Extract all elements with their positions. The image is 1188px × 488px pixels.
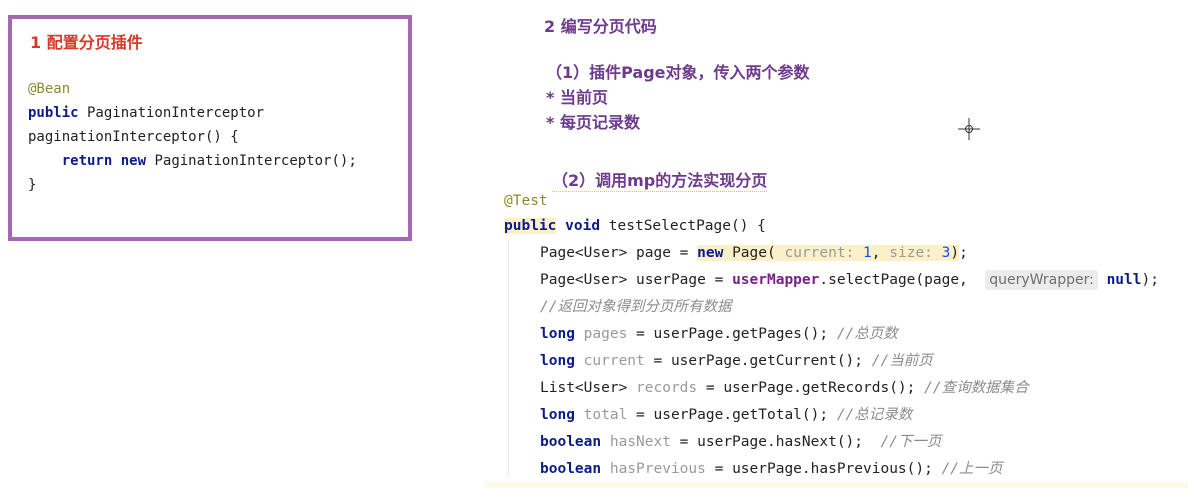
code-text: Page(	[723, 245, 776, 261]
keyword: long	[540, 326, 575, 342]
code-text: PaginationInterceptor();	[146, 153, 357, 169]
code-comment: //下一页	[880, 434, 942, 450]
step2-text: （2）调用mp的方法实现分页	[552, 167, 768, 192]
code-comment: //总页数	[836, 326, 898, 342]
code-text: .selectPage(page,	[819, 272, 977, 288]
keyword: long	[540, 353, 575, 369]
code-comment: //当前页	[871, 353, 933, 369]
variable: hasNext	[609, 434, 671, 450]
user-mapper-field: userMapper	[732, 272, 820, 288]
keyword: boolean	[540, 461, 602, 477]
param-hint-query-wrapper: queryWrapper:	[985, 270, 1098, 290]
config-plugin-box: 1 配置分页插件 @Bean public PaginationIntercep…	[8, 15, 412, 241]
code-comment: //返回对象得到分页所有数据	[540, 299, 732, 315]
code-text: = userPage.hasPrevious();	[705, 461, 942, 477]
code-line: public PaginationInterceptor	[28, 101, 357, 125]
keyword: null	[1106, 272, 1142, 288]
code-text: }	[28, 177, 37, 193]
code-line: paginationInterceptor() {	[28, 125, 357, 149]
crosshair-cursor-icon	[958, 118, 980, 140]
keyword: boolean	[540, 434, 602, 450]
code-comment: //查询数据集合	[924, 380, 1029, 396]
variable: records	[636, 380, 698, 396]
code-line: long pages = userPage.getPages(); //总页数	[540, 321, 898, 347]
code-line: boolean hasNext = userPage.hasNext(); //…	[540, 429, 941, 455]
code-text: List<User>	[540, 380, 637, 396]
bullet-page-size: * 每页记录数	[546, 113, 640, 132]
code-line: //返回对象得到分页所有数据	[540, 294, 731, 320]
code-comment: //上一页	[941, 461, 1003, 477]
code-text: PaginationInterceptor	[78, 105, 265, 121]
keyword: return	[61, 153, 113, 169]
step1-text: （1）插件Page对象，传入两个参数	[546, 63, 810, 82]
variable: total	[583, 407, 628, 423]
code-line: return new PaginationInterceptor();	[28, 149, 357, 173]
code-line: @Test	[504, 188, 548, 214]
code-text: ,	[871, 245, 890, 261]
code-line: long total = userPage.getTotal(); //总记录数	[540, 402, 912, 428]
code-line: }	[28, 173, 357, 197]
code-line: Page<User> userPage = userMapper.selectP…	[540, 267, 1159, 293]
keyword: new	[697, 245, 724, 261]
pagination-code-heading: 2 编写分页代码	[544, 17, 657, 36]
code-text: paginationInterceptor() {	[28, 129, 239, 145]
code-line: long current = userPage.getCurrent(); //…	[540, 348, 933, 374]
config-code-block: @Bean public PaginationInterceptor pagin…	[28, 77, 357, 197]
annotation-test: @Test	[504, 193, 548, 209]
config-plugin-title: 1 配置分页插件	[30, 33, 143, 52]
code-line: @Bean	[28, 77, 357, 101]
code-text: Page<User> page =	[540, 245, 698, 261]
editor-current-line-strip	[484, 482, 1188, 488]
variable: pages	[583, 326, 628, 342]
code-line: boolean hasPrevious = userPage.hasPrevio…	[540, 456, 1003, 482]
code-text: testSelectPage() {	[600, 218, 766, 234]
code-text: = userPage.getTotal();	[627, 407, 837, 423]
indent-guide	[508, 240, 509, 476]
param-hint-size: size:	[889, 245, 933, 261]
variable: current	[583, 353, 645, 369]
code-line: Page<User> page = new Page( current: 1, …	[540, 240, 968, 266]
keyword: new	[120, 153, 147, 169]
code-text: ;	[959, 245, 968, 261]
code-line: public void testSelectPage() {	[504, 213, 766, 239]
code-text: = userPage.getPages();	[627, 326, 837, 342]
code-line: List<User> records = userPage.getRecords…	[540, 375, 1029, 401]
param-hint-current: current:	[784, 245, 855, 261]
annotation-bean: @Bean	[28, 81, 71, 97]
keyword: public	[504, 218, 557, 234]
variable: hasPrevious	[609, 461, 706, 477]
code-text: = userPage.getRecords();	[697, 380, 925, 396]
code-comment: //总记录数	[836, 407, 913, 423]
code-text: = userPage.hasNext();	[670, 434, 881, 450]
code-text: Page<User> userPage =	[540, 272, 733, 288]
bullet-current-page: * 当前页	[546, 88, 608, 107]
number-literal: 1	[863, 245, 872, 261]
code-text: );	[1141, 272, 1159, 288]
code-text: = userPage.getCurrent();	[644, 353, 872, 369]
keyword: public	[28, 105, 79, 121]
keyword: long	[540, 407, 575, 423]
code-text: )	[950, 245, 960, 261]
keyword: void	[565, 218, 601, 234]
